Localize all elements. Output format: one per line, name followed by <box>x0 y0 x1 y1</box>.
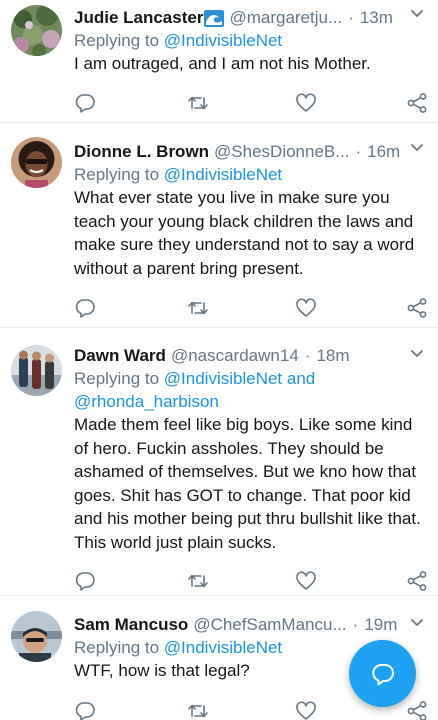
retweet-icon[interactable] <box>187 297 209 319</box>
reply-icon[interactable] <box>74 700 96 720</box>
compose-reply-button[interactable] <box>349 640 416 707</box>
reply-target-link[interactable]: @IndivisibleNet <box>164 31 282 50</box>
like-icon[interactable] <box>295 570 317 592</box>
tweet-header: Sam Mancuso @ChefSamMancu... · 19m <box>74 614 424 636</box>
author-name[interactable]: Dionne L. Brown <box>74 141 209 163</box>
like-icon[interactable] <box>295 297 317 319</box>
retweet-icon[interactable] <box>187 700 209 720</box>
replying-to: Replying to @IndivisibleNet <box>74 163 424 186</box>
tweet-header: Judie Lancaster @margaretju... · 13m <box>74 7 424 29</box>
author-name[interactable]: Sam Mancuso <box>74 614 188 636</box>
reply-target-link[interactable]: @IndivisibleNet <box>164 638 282 657</box>
tweet-header: Dionne L. Brown @ShesDionneB... · 16m <box>74 141 424 163</box>
retweet-icon[interactable] <box>187 570 209 592</box>
avatar[interactable] <box>11 611 62 662</box>
tweet-actions <box>74 84 427 124</box>
wave-emoji-icon <box>204 9 225 27</box>
tweet-timestamp[interactable]: 18m <box>316 345 349 367</box>
chevron-down-icon[interactable] <box>408 344 426 362</box>
tweet-text: Made them feel like big boys. Like some … <box>74 415 421 552</box>
tweet[interactable]: Judie Lancaster @margaretju... · 13m Rep… <box>0 0 438 123</box>
tweet-timestamp[interactable]: 19m <box>364 614 397 636</box>
author-handle[interactable]: @ShesDionneB... <box>214 141 349 163</box>
reply-target-link[interactable]: @IndivisibleNet <box>164 165 282 184</box>
tweet-text: What ever state you live in make sure yo… <box>74 188 415 278</box>
replying-prefix: Replying to <box>74 638 164 657</box>
tweet[interactable]: Dawn Ward @nascardawn14 · 18m Replying t… <box>0 328 438 596</box>
share-icon[interactable] <box>406 92 428 114</box>
reply-icon[interactable] <box>74 297 96 319</box>
share-icon[interactable] <box>406 700 428 720</box>
share-icon[interactable] <box>406 297 428 319</box>
avatar[interactable] <box>11 137 62 188</box>
tweet-text: I am outraged, and I am not his Mother. <box>74 54 371 73</box>
tweet-feed: Judie Lancaster @margaretju... · 13m Rep… <box>0 0 438 720</box>
chevron-down-icon[interactable] <box>408 4 426 22</box>
reply-target-link[interactable]: @IndivisibleNet <box>164 369 282 388</box>
reply-icon[interactable] <box>74 92 96 114</box>
author-name[interactable]: Judie Lancaster <box>74 7 203 29</box>
separator-dot: · <box>355 142 362 161</box>
share-icon[interactable] <box>406 570 428 592</box>
chevron-down-icon[interactable] <box>408 138 426 156</box>
avatar[interactable] <box>11 5 62 56</box>
avatar[interactable] <box>11 345 62 396</box>
separator-dot: · <box>304 346 311 365</box>
replying-prefix: Replying to <box>74 165 164 184</box>
author-name[interactable]: Dawn Ward <box>74 345 166 367</box>
like-icon[interactable] <box>295 92 317 114</box>
tweet-header: Dawn Ward @nascardawn14 · 18m <box>74 345 424 367</box>
compose-reply-icon <box>370 661 396 687</box>
replying-prefix: Replying to <box>74 369 164 388</box>
separator-dot: · <box>352 615 359 634</box>
author-handle[interactable]: @margaretju... <box>229 7 342 29</box>
tweet[interactable]: Dionne L. Brown @ShesDionneB... · 16m Re… <box>0 123 438 328</box>
replying-and: and <box>282 369 316 388</box>
author-handle[interactable]: @nascardawn14 <box>171 345 299 367</box>
tweet-timestamp[interactable]: 13m <box>360 7 393 29</box>
chevron-down-icon[interactable] <box>408 613 426 631</box>
author-handle[interactable]: @ChefSamMancu... <box>193 614 346 636</box>
reply-icon[interactable] <box>74 570 96 592</box>
tweet-actions <box>74 289 427 329</box>
replying-to: Replying to @IndivisibleNet and @rhonda_… <box>74 367 424 413</box>
replying-prefix: Replying to <box>74 31 164 50</box>
replying-to: Replying to @IndivisibleNet <box>74 29 424 52</box>
tweet-timestamp[interactable]: 16m <box>367 141 400 163</box>
reply-target-link-2[interactable]: @rhonda_harbison <box>74 392 219 411</box>
retweet-icon[interactable] <box>187 92 209 114</box>
separator-dot: · <box>348 8 354 27</box>
like-icon[interactable] <box>295 700 317 720</box>
